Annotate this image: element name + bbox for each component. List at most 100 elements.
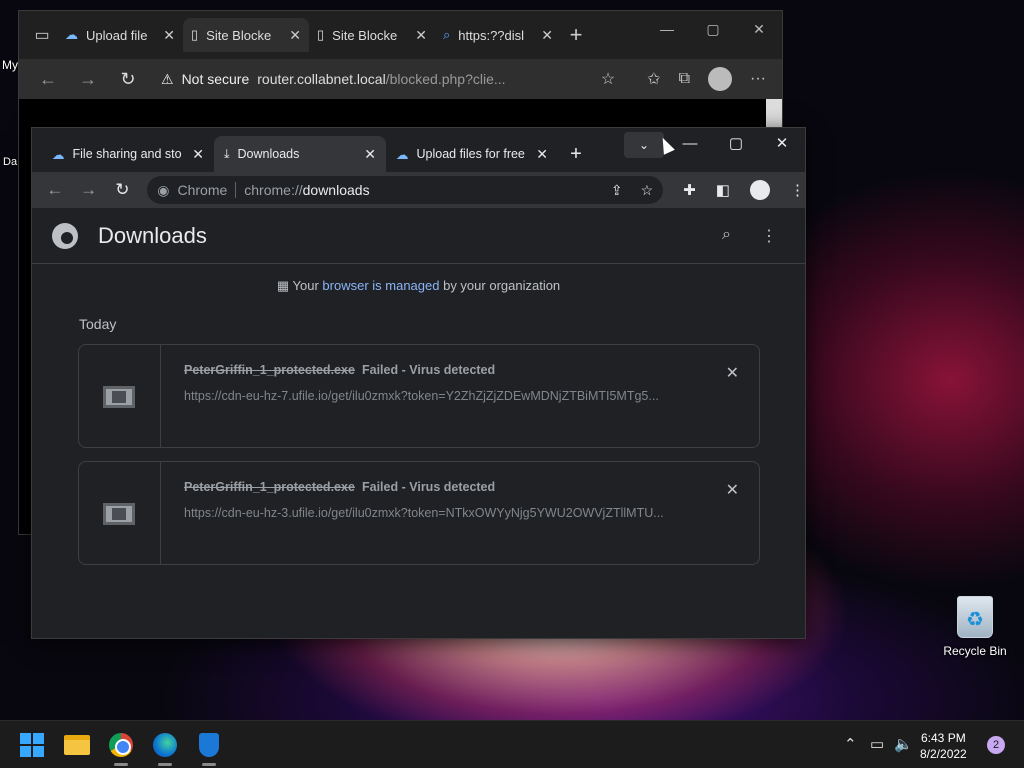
- cloud-icon: ☁: [52, 147, 65, 162]
- page-icon: ▯: [191, 27, 199, 42]
- share-icon[interactable]: ⇪: [611, 182, 623, 199]
- managed-suffix: by your organization: [443, 278, 561, 293]
- clock-time: 6:43 PM: [921, 731, 966, 745]
- chrome-omnibox[interactable]: ◉ Chrome chrome://downloads ⇪ ☆: [147, 176, 664, 204]
- chrome-tab-downloads[interactable]: ⤓ Downloads ✕: [214, 136, 386, 172]
- clock[interactable]: 6:43 PM 8/2/2022: [920, 730, 967, 762]
- edge-address-bar[interactable]: ⚠ Not secure router.collabnet.local/bloc…: [151, 63, 561, 95]
- forward-button[interactable]: →: [71, 69, 105, 90]
- edge-tab-strip: ▭ ☁ Upload file ✕ ▯ Site Blocke ✕ ▯ Site…: [19, 11, 782, 59]
- tab-actions-icon[interactable]: ▭: [27, 20, 57, 50]
- omnibox-separator: [235, 182, 237, 198]
- edge-icon: [153, 733, 177, 757]
- close-icon[interactable]: ✕: [163, 27, 175, 44]
- edge-toolbar: ← → ↻ ⚠ Not secure router.collabnet.loca…: [19, 59, 782, 99]
- profile-icon[interactable]: [749, 180, 770, 200]
- page-icon: ▯: [317, 27, 325, 42]
- file-explorer-button[interactable]: [61, 729, 93, 761]
- extensions-icon[interactable]: ✚: [683, 181, 696, 199]
- more-icon[interactable]: ···: [750, 70, 766, 88]
- download-url[interactable]: https://cdn-eu-hz-3.ufile.io/get/ilu0zmx…: [184, 506, 684, 520]
- url-scheme: chrome://: [244, 182, 303, 198]
- chrome-window-controls: — ▢ ✕: [667, 128, 805, 158]
- forward-button[interactable]: →: [74, 180, 104, 200]
- chrome-tab-label: File sharing and sto: [72, 147, 182, 161]
- notification-badge[interactable]: 2: [987, 736, 1005, 754]
- omnibox-url: chrome://downloads: [244, 182, 369, 198]
- search-icon[interactable]: ⌕: [722, 226, 731, 246]
- recycle-bin-label: Recycle Bin: [943, 644, 1007, 658]
- downloads-header: Downloads ⌕ ⋮: [32, 208, 805, 264]
- more-options-icon[interactable]: ⋮: [761, 226, 777, 246]
- security-taskbar-button[interactable]: [193, 729, 225, 766]
- edge-toolbar-right: ☆ ✩ ⧉ ···: [601, 67, 782, 91]
- menu-icon[interactable]: ⋮: [790, 181, 805, 199]
- taskbar: ⌃ ▭ 🔈 6:43 PM 8/2/2022 2: [0, 720, 1024, 768]
- managed-notice: ▦ Your browser is managed by your organi…: [32, 278, 805, 294]
- refresh-button[interactable]: ↻: [111, 69, 145, 90]
- close-window-button[interactable]: ✕: [736, 21, 782, 38]
- download-item: PeterGriffin_1_protected.exe Failed - Vi…: [78, 461, 760, 565]
- maximize-button[interactable]: ▢: [690, 21, 736, 38]
- date-section-label: Today: [79, 316, 117, 332]
- download-url[interactable]: https://cdn-eu-hz-7.ufile.io/get/ilu0zmx…: [184, 389, 684, 403]
- edge-tab-upload[interactable]: ☁ Upload file ✕: [57, 18, 183, 52]
- new-tab-button[interactable]: +: [558, 136, 594, 172]
- chrome-window: ☁ File sharing and sto ✕ ⤓ Downloads ✕ ☁…: [31, 127, 806, 639]
- bookmark-star-icon[interactable]: ☆: [641, 182, 654, 199]
- tab-search-button[interactable]: ⌄: [624, 132, 664, 158]
- edge-tab-label: Site Blocke: [332, 27, 398, 43]
- maximize-button[interactable]: ▢: [713, 134, 759, 152]
- edge-tab-site-blocked-1[interactable]: ▯ Site Blocke ✕: [183, 18, 309, 52]
- close-icon[interactable]: ✕: [541, 27, 553, 44]
- url-path: /blocked.php?clie...: [385, 71, 506, 87]
- edge-tab-site-blocked-2[interactable]: ▯ Site Blocke ✕: [309, 18, 435, 52]
- remove-download-button[interactable]: ✕: [726, 480, 739, 500]
- close-window-button[interactable]: ✕: [759, 134, 805, 152]
- file-icon: [103, 386, 135, 408]
- download-filename: PeterGriffin_1_protected.exe: [184, 480, 355, 494]
- desktop-icon-partial-da[interactable]: Da: [3, 156, 17, 168]
- chrome-taskbar-button[interactable]: [105, 729, 137, 766]
- favorites-icon[interactable]: ✩: [647, 69, 660, 89]
- chrome-tab-file-sharing[interactable]: ☁ File sharing and sto ✕: [42, 136, 214, 172]
- security-label: Not secure: [181, 71, 250, 87]
- close-icon[interactable]: ✕: [192, 146, 204, 163]
- chrome-tab-strip: ☁ File sharing and sto ✕ ⤓ Downloads ✕ ☁…: [32, 128, 805, 172]
- cloud-icon: ☁: [65, 27, 78, 42]
- collections-icon[interactable]: ⧉: [679, 70, 690, 88]
- desktop-icon-partial-my[interactable]: My: [2, 58, 18, 72]
- back-button[interactable]: ←: [31, 69, 65, 90]
- search-icon: ⌕: [443, 27, 451, 42]
- back-button[interactable]: ←: [40, 180, 70, 200]
- omnibox-actions: ⇪ ☆: [611, 182, 653, 199]
- edge-tab-label: https:??disl: [458, 27, 525, 43]
- new-tab-button[interactable]: +: [561, 20, 591, 50]
- close-icon[interactable]: ✕: [289, 27, 301, 44]
- start-button[interactable]: [16, 729, 48, 761]
- chrome-icon: [109, 733, 133, 757]
- close-icon[interactable]: ✕: [364, 146, 376, 163]
- managed-link[interactable]: browser is managed: [322, 278, 439, 293]
- add-favorite-icon[interactable]: ☆: [601, 69, 615, 89]
- reload-button[interactable]: ↻: [108, 180, 138, 200]
- profile-avatar[interactable]: [708, 67, 733, 91]
- remove-download-button[interactable]: ✕: [726, 363, 739, 383]
- side-panel-icon[interactable]: ◧: [716, 181, 730, 199]
- edge-tab-search[interactable]: ⌕ https:??disl ✕: [435, 18, 561, 52]
- volume-icon[interactable]: 🔈: [894, 735, 913, 753]
- edge-tab-label: Site Blocke: [206, 27, 272, 43]
- show-hidden-icons-button[interactable]: ⌃: [844, 735, 857, 753]
- chrome-site-icon: ◉: [157, 181, 170, 198]
- close-icon[interactable]: ✕: [415, 27, 427, 44]
- edge-taskbar-button[interactable]: [149, 729, 181, 766]
- recycle-bin-shortcut[interactable]: ♻ Recycle Bin: [940, 596, 1010, 658]
- minimize-button[interactable]: —: [644, 21, 690, 38]
- chrome-logo-icon: [52, 222, 78, 249]
- file-icon: [103, 503, 135, 525]
- url-host: router.collabnet.local: [257, 71, 386, 87]
- chrome-tab-upload[interactable]: ☁ Upload files for free ✕: [386, 136, 558, 172]
- building-icon: ▦: [276, 278, 290, 293]
- network-icon[interactable]: ▭: [870, 735, 884, 753]
- close-icon[interactable]: ✕: [536, 146, 548, 163]
